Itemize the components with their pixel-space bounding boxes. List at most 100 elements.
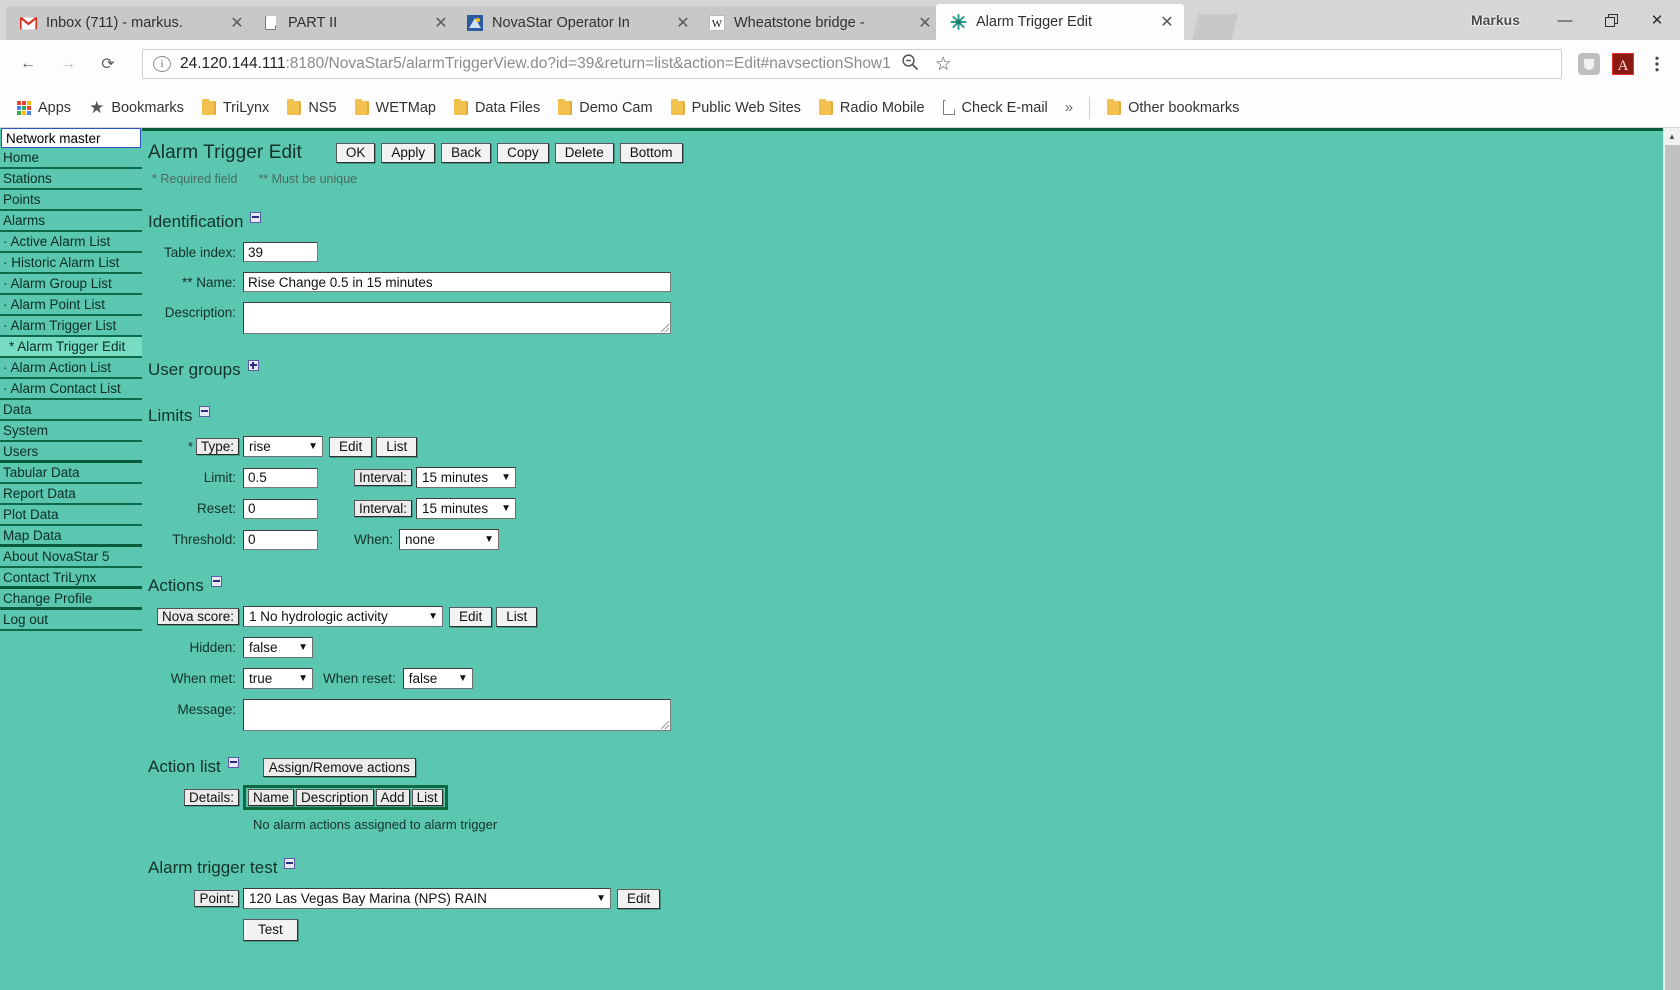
when-met-select[interactable]: true ▼ bbox=[243, 668, 313, 689]
sidebar-item-active-alarm-list[interactable]: · Active Alarm List bbox=[0, 232, 142, 253]
sidebar-item-map-data[interactable]: Map Data bbox=[0, 526, 142, 547]
sidebar-item-contact-trilynx[interactable]: Contact TriLynx bbox=[0, 568, 142, 589]
bookmark-ns5[interactable]: NS5 bbox=[278, 94, 345, 122]
bookmark-bookmarks[interactable]: ★ Bookmarks bbox=[80, 94, 193, 122]
close-window-icon[interactable]: ✕ bbox=[1634, 0, 1680, 40]
back-icon[interactable]: ← bbox=[10, 46, 46, 82]
sidebar-item-alarm-action-list[interactable]: · Alarm Action List bbox=[0, 358, 142, 379]
browser-tab-part-ii[interactable]: PART II ✕ bbox=[248, 6, 458, 40]
reload-icon[interactable]: ⟳ bbox=[90, 46, 126, 82]
bookmarks-overflow-icon[interactable]: » bbox=[1057, 99, 1081, 116]
message-textarea[interactable] bbox=[243, 699, 671, 731]
sidebar-item-tabular-data[interactable]: Tabular Data bbox=[0, 463, 142, 484]
back-button[interactable]: Back bbox=[441, 143, 491, 163]
sidebar-item-report-data[interactable]: Report Data bbox=[0, 484, 142, 505]
sidebar-item-change-profile[interactable]: Change Profile bbox=[0, 589, 142, 610]
close-icon[interactable]: ✕ bbox=[672, 12, 694, 34]
limit-interval-button[interactable]: Interval: bbox=[354, 469, 412, 486]
pocket-extension-icon[interactable] bbox=[1576, 51, 1602, 77]
sidebar-item-data[interactable]: Data bbox=[0, 400, 142, 421]
bookmark-demo-cam[interactable]: Demo Cam bbox=[549, 94, 661, 122]
network-master-select[interactable]: Network master bbox=[1, 128, 141, 148]
bookmark-other-bookmarks[interactable]: Other bookmarks bbox=[1098, 94, 1248, 122]
point-button[interactable]: Point: bbox=[194, 890, 239, 907]
sidebar-item-historic-alarm-list[interactable]: · Historic Alarm List bbox=[0, 253, 142, 274]
delete-button[interactable]: Delete bbox=[555, 143, 614, 163]
sidebar-item-alarm-contact-list[interactable]: · Alarm Contact List bbox=[0, 379, 142, 400]
sidebar-item-users[interactable]: Users bbox=[0, 442, 142, 463]
page-scrollbar[interactable]: ▲ bbox=[1663, 128, 1680, 990]
sidebar-item-log-out[interactable]: Log out bbox=[0, 610, 142, 631]
profile-name[interactable]: Markus bbox=[1471, 12, 1520, 28]
action-col-name-button[interactable]: Name bbox=[248, 789, 294, 806]
name-input[interactable]: Rise Change 0.5 in 15 minutes bbox=[243, 272, 671, 292]
bookmark-star-icon[interactable]: ☆ bbox=[935, 53, 952, 76]
reset-input[interactable]: 0 bbox=[243, 499, 318, 519]
limit-interval-select[interactable]: 15 minutes ▼ bbox=[416, 467, 516, 488]
sidebar-item-alarms[interactable]: Alarms bbox=[0, 211, 142, 232]
when-reset-select[interactable]: false ▼ bbox=[403, 668, 473, 689]
limit-type-list-button[interactable]: List bbox=[376, 437, 417, 457]
chrome-menu-icon[interactable] bbox=[1644, 51, 1670, 77]
close-icon[interactable]: ✕ bbox=[1156, 11, 1178, 33]
when-select[interactable]: none ▼ bbox=[399, 529, 499, 550]
close-icon[interactable]: ✕ bbox=[226, 12, 248, 34]
collapse-toggle-action-list[interactable] bbox=[228, 757, 239, 768]
sidebar-item-alarm-trigger-list[interactable]: · Alarm Trigger List bbox=[0, 316, 142, 337]
apply-button[interactable]: Apply bbox=[381, 143, 435, 163]
bookmark-data-files[interactable]: Data Files bbox=[445, 94, 549, 122]
bookmark-radio-mobile[interactable]: Radio Mobile bbox=[810, 94, 934, 122]
nova-score-select[interactable]: 1 No hydrologic activity ▼ bbox=[243, 606, 443, 627]
address-bar[interactable]: i 24.120.144.111:8180/NovaStar5/alarmTri… bbox=[142, 49, 1562, 79]
assign-remove-actions-button[interactable]: Assign/Remove actions bbox=[263, 758, 416, 777]
details-button[interactable]: Details: bbox=[184, 789, 239, 806]
nova-score-button[interactable]: Nova score: bbox=[157, 608, 239, 625]
sidebar-item-alarm-trigger-edit[interactable]: * Alarm Trigger Edit bbox=[0, 337, 142, 358]
zoom-out-icon[interactable] bbox=[901, 53, 919, 76]
test-point-select[interactable]: 120 Las Vegas Bay Marina (NPS) RAIN ▼ bbox=[243, 888, 611, 909]
scroll-up-icon[interactable]: ▲ bbox=[1664, 128, 1680, 145]
close-icon[interactable]: ✕ bbox=[430, 12, 452, 34]
scrollbar-thumb[interactable] bbox=[1665, 145, 1680, 990]
expand-toggle-user-groups[interactable] bbox=[248, 360, 259, 371]
sidebar-item-home[interactable]: Home bbox=[0, 148, 142, 169]
action-col-description-button[interactable]: Description bbox=[296, 789, 374, 806]
reset-interval-button[interactable]: Interval: bbox=[354, 500, 412, 517]
action-list-button[interactable]: List bbox=[412, 789, 443, 806]
collapse-toggle-actions[interactable] bbox=[211, 576, 222, 587]
test-point-edit-button[interactable]: Edit bbox=[617, 889, 660, 909]
browser-tab-inbox[interactable]: Inbox (711) - markus. ✕ bbox=[6, 6, 254, 40]
browser-tab-novastar-operator[interactable]: NovaStar Operator In ✕ bbox=[452, 6, 700, 40]
limit-input[interactable]: 0.5 bbox=[243, 468, 318, 488]
sidebar-item-points[interactable]: Points bbox=[0, 190, 142, 211]
bottom-button[interactable]: Bottom bbox=[620, 143, 683, 163]
adobe-acrobat-icon[interactable]: A bbox=[1610, 51, 1636, 77]
bookmark-apps[interactable]: Apps bbox=[8, 94, 80, 122]
bookmark-wetmap[interactable]: WETMap bbox=[346, 94, 445, 122]
sidebar-item-system[interactable]: System bbox=[0, 421, 142, 442]
sidebar-item-stations[interactable]: Stations bbox=[0, 169, 142, 190]
limit-type-edit-button[interactable]: Edit bbox=[329, 437, 372, 457]
description-textarea[interactable] bbox=[243, 302, 671, 334]
threshold-input[interactable]: 0 bbox=[243, 530, 318, 550]
nova-score-list-button[interactable]: List bbox=[496, 607, 537, 627]
page-info-icon[interactable]: i bbox=[153, 56, 171, 72]
close-icon[interactable]: ✕ bbox=[914, 12, 936, 34]
action-add-button[interactable]: Add bbox=[376, 789, 410, 806]
sidebar-item-about-novastar-5[interactable]: About NovaStar 5 bbox=[0, 547, 142, 568]
maximize-icon[interactable] bbox=[1588, 0, 1634, 40]
table-index-input[interactable]: 39 bbox=[243, 242, 318, 262]
nova-score-edit-button[interactable]: Edit bbox=[449, 607, 492, 627]
browser-tab-alarm-trigger-edit[interactable]: Alarm Trigger Edit ✕ bbox=[936, 4, 1184, 40]
sidebar-item-alarm-group-list[interactable]: · Alarm Group List bbox=[0, 274, 142, 295]
browser-tab-wheatstone-bridge[interactable]: W Wheatstone bridge - ✕ bbox=[694, 6, 942, 40]
copy-button[interactable]: Copy bbox=[497, 143, 549, 163]
reset-interval-select[interactable]: 15 minutes ▼ bbox=[416, 498, 516, 519]
sidebar-item-alarm-point-list[interactable]: · Alarm Point List bbox=[0, 295, 142, 316]
new-tab-button[interactable] bbox=[1192, 14, 1238, 40]
bookmark-public-web-sites[interactable]: Public Web Sites bbox=[662, 94, 810, 122]
bookmark-check-email[interactable]: Check E-mail bbox=[934, 94, 1057, 122]
ok-button[interactable]: OK bbox=[336, 143, 376, 163]
hidden-select[interactable]: false ▼ bbox=[243, 637, 313, 658]
limit-type-button[interactable]: Type: bbox=[196, 438, 239, 455]
